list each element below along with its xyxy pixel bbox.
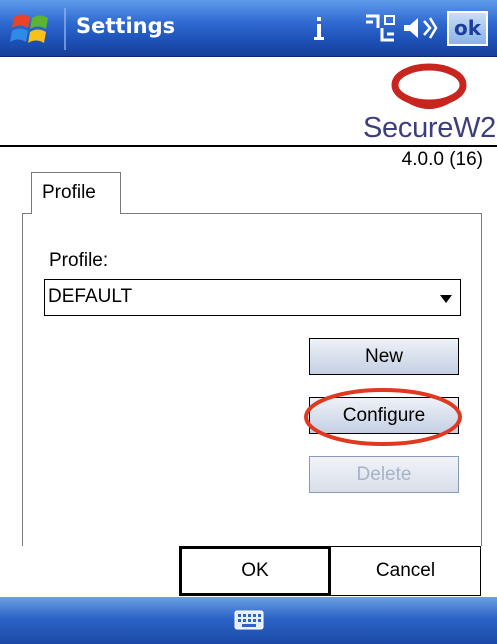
new-button[interactable]: New xyxy=(309,338,459,375)
title-bar: Settings ok xyxy=(0,0,497,57)
profile-select-value: DEFAULT xyxy=(48,286,133,307)
softkey-bar xyxy=(0,597,497,644)
connectivity-icon[interactable] xyxy=(311,15,327,43)
title-ok-button[interactable]: ok xyxy=(447,11,488,46)
logo-text: SecureW2 xyxy=(363,112,496,144)
window-title: Settings xyxy=(76,14,176,38)
ok-button[interactable]: OK xyxy=(179,546,331,596)
version-label: 4.0.0 (16) xyxy=(401,149,483,170)
windows-start-icon[interactable] xyxy=(10,9,56,49)
keyboard-icon[interactable] xyxy=(234,609,264,631)
securew2-logo-icon xyxy=(391,63,467,109)
volume-icon[interactable] xyxy=(402,14,438,42)
network-icon[interactable] xyxy=(363,12,397,44)
cancel-button[interactable]: Cancel xyxy=(331,546,481,596)
configure-button[interactable]: Configure xyxy=(309,397,459,434)
tab-profile[interactable]: Profile xyxy=(31,172,121,214)
delete-button[interactable]: Delete xyxy=(309,456,459,493)
chevron-down-icon xyxy=(440,295,452,303)
profile-label: Profile: xyxy=(49,250,109,271)
title-separator xyxy=(64,8,66,50)
profile-select[interactable]: DEFAULT xyxy=(44,279,461,316)
header-divider xyxy=(0,145,497,147)
